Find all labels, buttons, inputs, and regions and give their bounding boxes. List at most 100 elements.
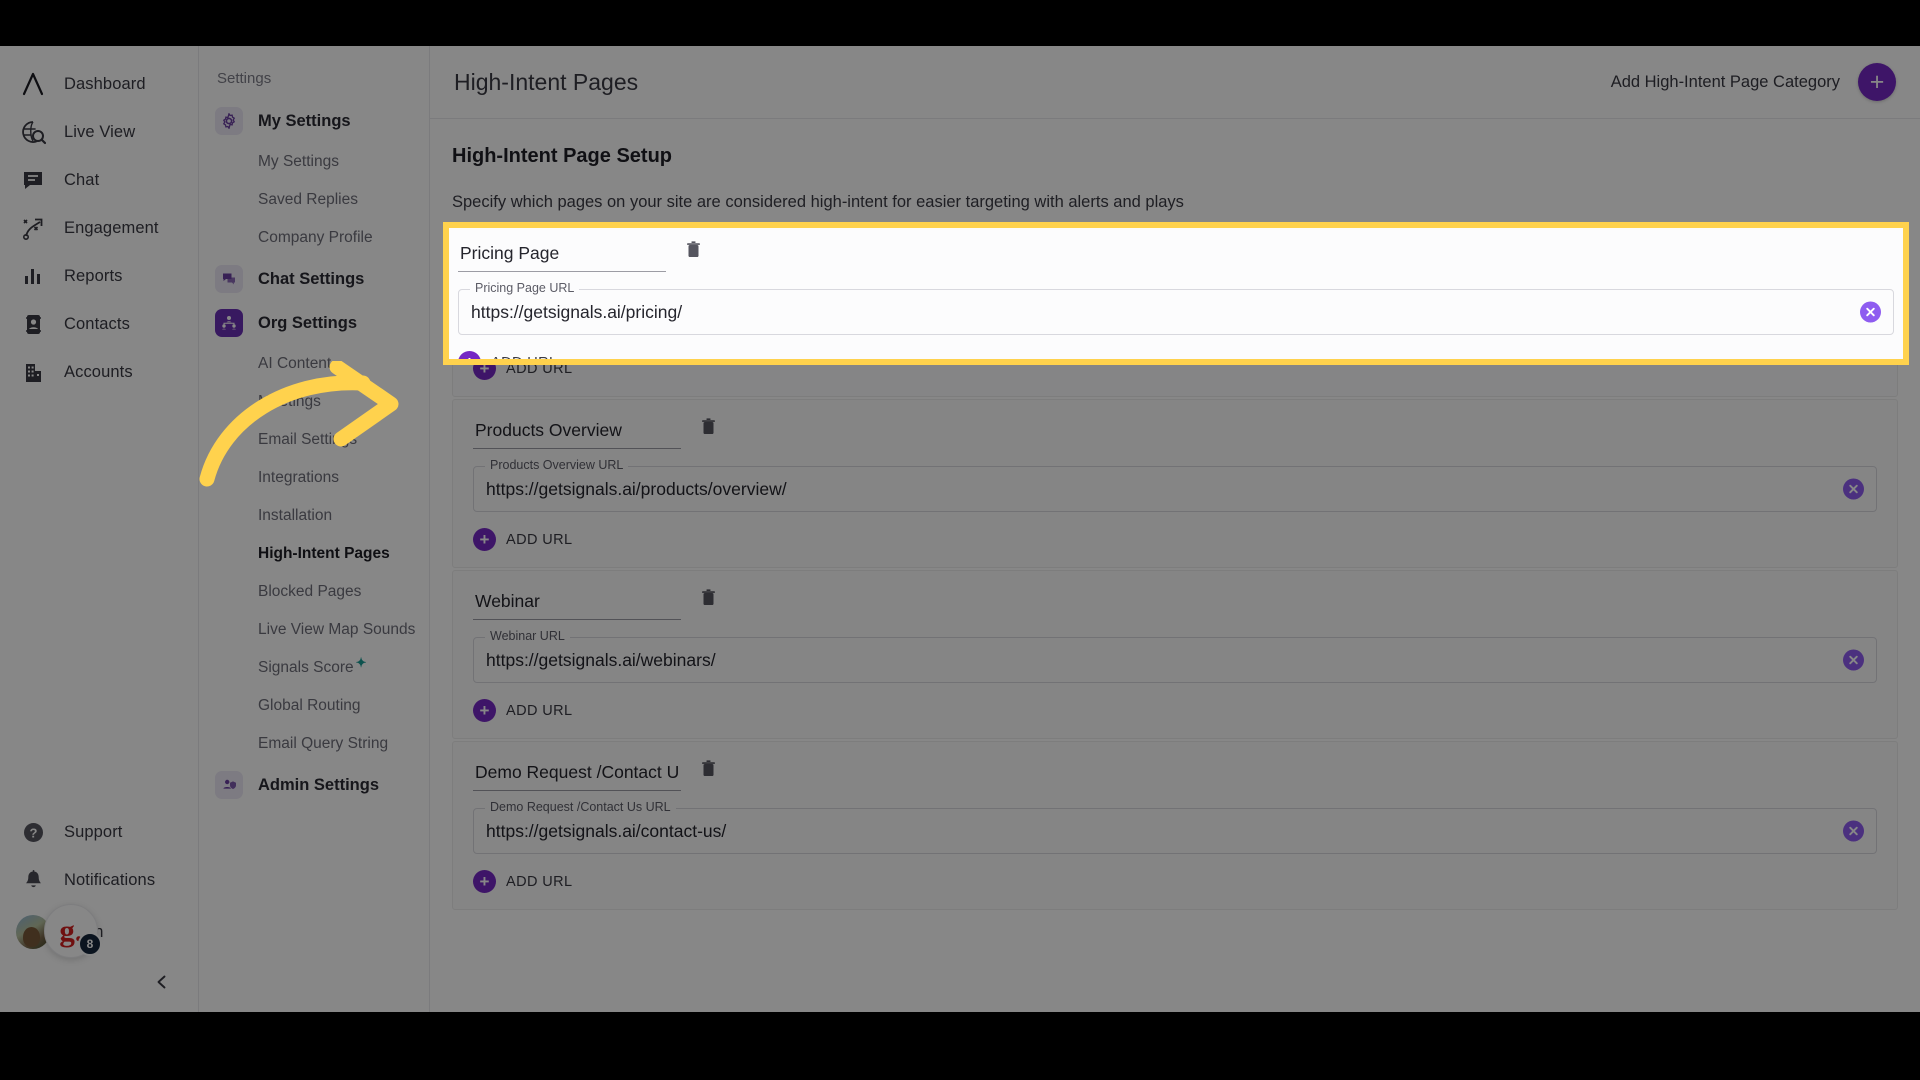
add-url-button[interactable]: + ADD URL <box>473 528 572 551</box>
clear-circle-icon[interactable] <box>1843 649 1864 671</box>
category-url-field: Demo Request /Contact Us URL <box>473 800 1877 854</box>
building-icon <box>16 357 50 387</box>
user-profile-row[interactable]: Ngan g. 8 <box>0 904 199 960</box>
category-name-input[interactable] <box>458 241 666 272</box>
settings-sidebar: Settings My Settings My Settings Saved Rep… <box>199 46 430 1012</box>
category-url-input[interactable] <box>474 638 1876 682</box>
settings-item-meetings[interactable]: Meetings <box>199 383 429 421</box>
trash-icon[interactable] <box>697 414 719 438</box>
spotlight-card-clone: Pricing Page URL + ADD URL <box>449 228 1903 359</box>
plus-circle-icon: + <box>473 528 496 551</box>
clear-circle-icon[interactable] <box>1843 820 1864 842</box>
settings-item-label: Global Routing <box>258 697 361 714</box>
add-high-intent-page-category-label[interactable]: Add High-Intent Page Category <box>1611 73 1840 92</box>
category-url-legend: Webinar URL <box>485 629 570 643</box>
sidebar-item-label: Contacts <box>64 314 130 333</box>
settings-group-label: Chat Settings <box>258 269 365 288</box>
add-url-button[interactable]: + ADD URL <box>473 870 572 893</box>
settings-group-my-settings[interactable]: My Settings <box>199 99 429 143</box>
settings-item-label: Integrations <box>258 469 339 486</box>
category-card: Demo Request /Contact Us URL + ADD URL <box>452 741 1898 910</box>
sidebar-item-engagement[interactable]: Engagement <box>0 204 198 252</box>
sidebar-item-label: Engagement <box>64 218 159 237</box>
chat-settings-icon <box>215 265 243 293</box>
add-url-button[interactable]: + ADD URL <box>473 699 572 722</box>
sidebar-item-chat[interactable]: Chat <box>0 156 198 204</box>
sparkle-icon: ✦ <box>355 655 367 670</box>
main-sidebar-bottom: ? Support Notifications Ngan <box>0 808 199 1012</box>
settings-item-live-view-map-sounds[interactable]: Live View Map Sounds <box>199 611 429 649</box>
sidebar-item-reports[interactable]: Reports <box>0 252 198 300</box>
main-content: High-Intent Pages Add High-Intent Page C… <box>430 46 1920 1012</box>
page-title: High-Intent Pages <box>454 68 639 95</box>
card-title-row <box>473 759 1877 791</box>
settings-group-org-settings[interactable]: Org Settings <box>199 301 429 345</box>
chat-bubble-icon <box>16 165 50 195</box>
category-name-input[interactable] <box>473 760 681 791</box>
settings-item-email-settings[interactable]: Email Settings <box>199 421 429 459</box>
settings-item-installation[interactable]: Installation <box>199 497 429 535</box>
settings-group-admin-settings[interactable]: Admin Settings <box>199 763 429 807</box>
plus-icon: + <box>1869 67 1885 96</box>
category-url-input[interactable] <box>474 467 1876 511</box>
settings-sidebar-title: Settings <box>217 70 272 87</box>
sidebar-item-live-view[interactable]: Live View <box>0 108 198 156</box>
add-high-intent-page-category-button[interactable]: + <box>1858 63 1896 101</box>
category-url-field: Webinar URL <box>473 629 1877 683</box>
clear-circle-icon[interactable] <box>1843 478 1864 500</box>
settings-item-saved-replies[interactable]: Saved Replies <box>199 181 429 219</box>
settings-item-email-query-string[interactable]: Email Query String <box>199 725 429 763</box>
sidebar-item-label: Live View <box>64 122 136 141</box>
category-card: Products Overview URL + ADD URL <box>452 399 1898 568</box>
panel-subtitle: Specify which pages on your site are con… <box>452 193 1184 211</box>
sidebar-item-support[interactable]: ? Support <box>0 808 199 856</box>
settings-item-blocked-pages[interactable]: Blocked Pages <box>199 573 429 611</box>
settings-item-integrations[interactable]: Integrations <box>199 459 429 497</box>
add-url-label: ADD URL <box>506 531 573 548</box>
category-name-input[interactable] <box>473 589 681 620</box>
trash-icon[interactable] <box>697 585 719 609</box>
trash-icon[interactable] <box>697 756 719 780</box>
card-title-row <box>458 240 1894 272</box>
settings-item-label: Saved Replies <box>258 191 358 208</box>
category-url-input[interactable] <box>459 290 1893 334</box>
letterbox-top <box>0 0 1920 46</box>
category-card: Pricing Page URL + ADD URL <box>449 228 1903 359</box>
settings-item-high-intent-pages[interactable]: High-Intent Pages <box>199 535 429 573</box>
gear-icon <box>215 107 243 135</box>
settings-item-global-routing[interactable]: Global Routing <box>199 687 429 725</box>
settings-item-signals-score[interactable]: Signals Score ✦ <box>199 649 429 687</box>
sidebar-item-contacts[interactable]: Contacts <box>0 300 198 348</box>
category-url-field: Products Overview URL <box>473 458 1877 512</box>
bell-icon <box>16 865 50 895</box>
chevron-left-icon[interactable] <box>149 969 175 995</box>
category-url-input[interactable] <box>474 809 1876 853</box>
category-url-field: Pricing Page URL <box>458 281 1894 335</box>
sidebar-item-accounts[interactable]: Accounts <box>0 348 198 396</box>
card-title-row <box>473 588 1877 620</box>
settings-group-label: My Settings <box>258 111 351 130</box>
add-url-button[interactable]: + ADD URL <box>458 351 557 359</box>
settings-item-label: My Settings <box>258 153 339 170</box>
settings-item-company-profile[interactable]: Company Profile <box>199 219 429 257</box>
settings-item-label: High-Intent Pages <box>258 545 390 562</box>
card-title-row <box>473 417 1877 449</box>
trash-icon[interactable] <box>682 237 704 261</box>
category-name-input[interactable] <box>473 418 681 449</box>
settings-group-label: Org Settings <box>258 313 358 332</box>
sidebar-item-notifications[interactable]: Notifications <box>0 856 199 904</box>
settings-item-my-settings[interactable]: My Settings <box>199 143 429 181</box>
category-url-legend: Pricing Page URL <box>470 281 580 295</box>
admin-shield-icon <box>215 771 243 799</box>
bar-chart-icon <box>16 261 50 291</box>
question-circle-icon: ? <box>16 817 50 847</box>
panel-title: High-Intent Page Setup <box>452 145 672 167</box>
sidebar-item-dashboard[interactable]: Dashboard <box>0 60 198 108</box>
settings-item-label: Signals Score <box>258 659 354 676</box>
settings-item-ai-content[interactable]: AI Content <box>199 345 429 383</box>
settings-sidebar-list: My Settings My Settings Saved Replies Compa… <box>199 99 429 807</box>
letterbox-bottom <box>0 1012 1920 1080</box>
clear-circle-icon[interactable] <box>1860 301 1881 323</box>
engagement-play-icon <box>16 213 50 243</box>
settings-group-chat-settings[interactable]: Chat Settings <box>199 257 429 301</box>
